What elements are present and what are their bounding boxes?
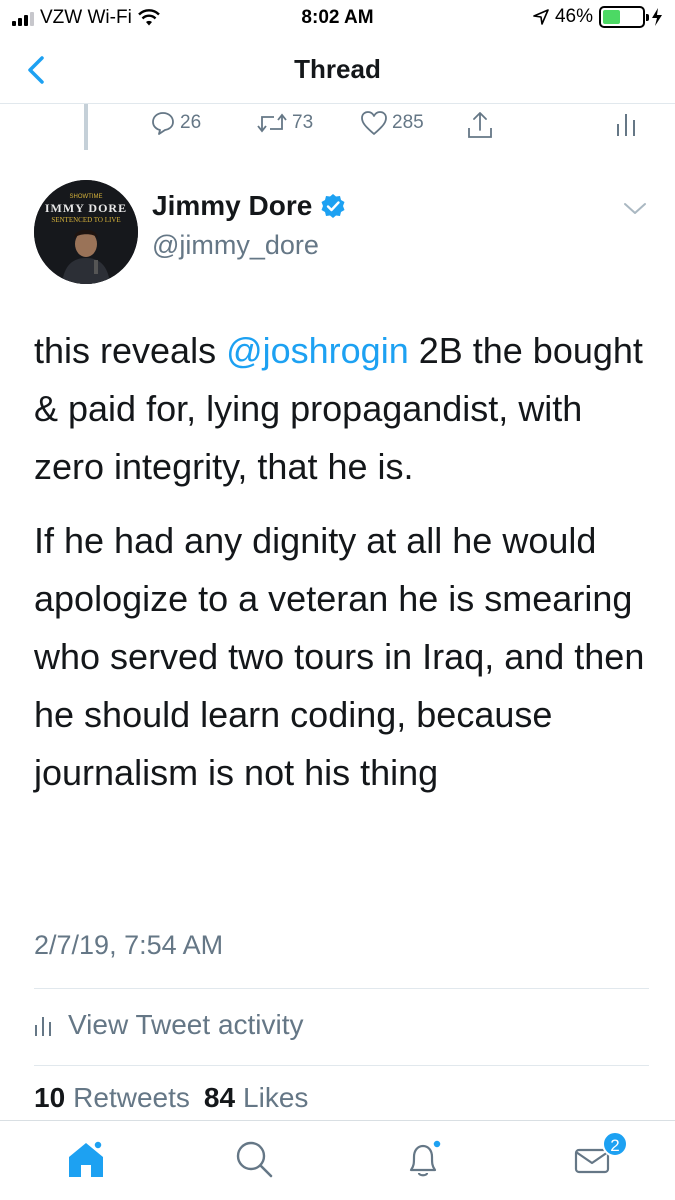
analytics-icon xyxy=(617,114,635,136)
battery-icon xyxy=(599,6,649,28)
likes-count: 84 xyxy=(203,1082,236,1113)
prev-tweet-actions: 26 73 285 xyxy=(150,110,670,142)
tweet-stats: 10 Retweets 84 Likes xyxy=(34,1082,316,1114)
likes-label: Likes xyxy=(243,1082,309,1113)
chevron-down-icon[interactable] xyxy=(622,198,648,218)
retweet-count: 73 xyxy=(292,112,314,133)
thread-connector-line xyxy=(84,104,88,150)
charging-icon xyxy=(652,8,662,26)
tweet-paragraph-2: If he had any dignity at all he would ap… xyxy=(34,520,645,793)
like-count: 285 xyxy=(392,112,424,133)
view-tweet-activity-link[interactable]: View Tweet activity xyxy=(34,1003,304,1047)
verified-badge-icon xyxy=(321,194,345,218)
messages-badge: 2 xyxy=(602,1131,628,1157)
notifications-icon[interactable] xyxy=(401,1137,445,1181)
home-icon[interactable] xyxy=(64,1137,108,1181)
retweet-button[interactable]: 73 xyxy=(256,110,313,136)
likes-stat[interactable]: 84 Likes xyxy=(204,1082,309,1114)
author-handle[interactable]: @jimmy_dore xyxy=(152,230,319,261)
tweet-timestamp: 2/7/19, 7:54 AM xyxy=(34,930,224,960)
analytics-icon xyxy=(35,1017,51,1036)
tab-bar xyxy=(0,1120,675,1200)
location-arrow-icon xyxy=(533,9,549,25)
reply-button[interactable]: 26 xyxy=(150,110,201,136)
view-tweet-activity-label: View Tweet activity xyxy=(68,1009,304,1040)
share-icon xyxy=(468,112,492,138)
retweets-stat[interactable]: 10 Retweets xyxy=(34,1082,190,1114)
mention-link[interactable]: @joshrogin xyxy=(226,330,409,371)
divider xyxy=(34,1065,649,1066)
reply-icon xyxy=(152,112,174,135)
author-name-text: Jimmy Dore xyxy=(152,190,313,221)
svg-text:IMMY DORE: IMMY DORE xyxy=(45,201,127,215)
avatar[interactable]: SHOWTIME IMMY DORE SENTENCED TO LIVE xyxy=(34,180,138,284)
status-right: 46% xyxy=(533,6,663,28)
nav-header: Thread xyxy=(0,36,675,104)
search-icon[interactable] xyxy=(232,1137,276,1181)
svg-text:SENTENCED TO LIVE: SENTENCED TO LIVE xyxy=(51,216,120,224)
svg-text:SHOWTIME: SHOWTIME xyxy=(70,194,103,200)
retweets-label: Retweets xyxy=(73,1082,190,1113)
heart-icon xyxy=(361,111,387,135)
analytics-button[interactable] xyxy=(615,110,637,138)
tweet-text: this reveals @joshrogin 2B the bought & … xyxy=(34,322,649,802)
status-bar: VZW Wi-Fi 8:02 AM 46% xyxy=(0,0,675,36)
retweets-count: 10 xyxy=(34,1082,66,1113)
like-button[interactable]: 285 xyxy=(360,110,424,136)
author-name[interactable]: Jimmy Dore xyxy=(152,190,346,222)
reply-count: 26 xyxy=(180,112,202,133)
tweet-paragraph-1: this reveals @joshrogin 2B the bought & … xyxy=(34,322,649,496)
retweet-icon xyxy=(257,113,287,133)
share-button[interactable] xyxy=(466,110,494,140)
tweet-text-part-1: this reveals xyxy=(34,330,227,371)
page-title: Thread xyxy=(294,54,381,84)
divider xyxy=(34,988,649,989)
battery-percent: 46% xyxy=(554,6,593,27)
avatar-image: SHOWTIME IMMY DORE SENTENCED TO LIVE xyxy=(34,180,138,284)
